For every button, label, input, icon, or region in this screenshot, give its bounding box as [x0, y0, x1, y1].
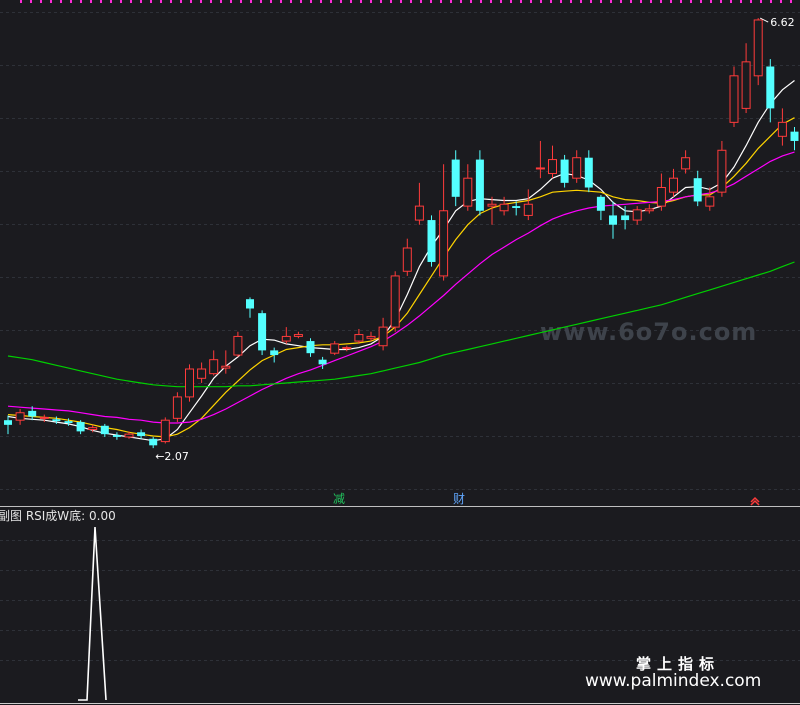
candle-body — [15, 412, 25, 421]
watermark-site: www.6o7o.com — [540, 318, 757, 346]
candle-body — [512, 206, 521, 208]
candle-body — [584, 157, 593, 188]
candle-body — [64, 421, 73, 423]
candle-body — [741, 61, 751, 109]
marker-jian: 减 — [333, 492, 345, 506]
candle-body — [4, 420, 12, 425]
candle-body — [669, 177, 678, 193]
candle-body — [293, 334, 303, 337]
candle-body — [621, 215, 630, 221]
candle-body — [596, 196, 605, 211]
candle-body — [137, 432, 146, 437]
chart-background — [0, 0, 800, 705]
candle-body — [378, 326, 388, 347]
candle-body — [439, 210, 449, 277]
candle-body — [354, 334, 364, 342]
candle — [753, 18, 763, 86]
candle — [475, 150, 484, 216]
candle-body — [693, 178, 702, 202]
candle-body — [451, 159, 460, 197]
candle-body — [656, 187, 666, 207]
candle-body — [366, 335, 376, 339]
candle-body — [330, 343, 340, 354]
watermark-palmindex-url: www.palmindex.com — [585, 671, 761, 691]
candle — [729, 66, 739, 127]
candle-body — [766, 66, 775, 109]
candle-body — [777, 121, 787, 137]
candle-body — [402, 247, 412, 272]
candle-body — [753, 19, 763, 77]
candle-body — [523, 203, 533, 216]
candle-body — [729, 75, 739, 123]
candle-body — [233, 335, 243, 356]
candle-body — [185, 368, 194, 398]
marker-cai: 财 — [453, 492, 465, 506]
candle-body — [318, 359, 327, 365]
candle-body — [246, 299, 254, 309]
candle-body — [52, 419, 61, 422]
low-price-label: ←2.07 — [155, 450, 189, 463]
candle — [560, 154, 569, 188]
candle-body — [390, 275, 400, 328]
candle — [172, 392, 182, 423]
candle-body — [88, 427, 98, 430]
candle-body — [572, 157, 582, 179]
candle-body — [160, 419, 170, 443]
candle-body — [306, 341, 315, 354]
candle — [185, 364, 194, 402]
candle-body — [172, 396, 182, 419]
candle — [258, 310, 267, 356]
candle-body — [221, 365, 231, 369]
candle-body — [281, 335, 291, 342]
candle-body — [427, 220, 436, 262]
candle-body — [149, 438, 158, 446]
candle-body — [717, 149, 727, 193]
candle-body — [209, 359, 219, 375]
stock-chart: www.6o7o.com ←2.07 6.62 减 财 副图 RSI成W底: 0.… — [0, 0, 800, 705]
candle-body — [414, 205, 424, 221]
candle-body — [632, 209, 642, 221]
candle-body — [560, 159, 569, 183]
candle — [427, 215, 436, 267]
candle-body — [270, 350, 279, 356]
candle-body — [197, 368, 207, 379]
candle — [390, 271, 400, 332]
indicator-title: 副图 RSI成W底: 0.00 — [0, 508, 116, 523]
candle-body — [644, 208, 654, 212]
candle-body — [487, 203, 497, 207]
candle-body — [609, 215, 617, 225]
candle-body — [76, 422, 85, 432]
candle-body — [475, 159, 484, 211]
candle — [160, 417, 170, 444]
candle-body — [100, 425, 109, 435]
candle-body — [258, 313, 267, 351]
high-price-label: 6.62 — [770, 16, 795, 29]
candle-body — [124, 433, 134, 438]
candle-body — [112, 435, 121, 437]
candle-body — [499, 203, 509, 212]
candle-body — [39, 416, 49, 419]
candle-body — [342, 347, 352, 350]
candle-body — [535, 167, 545, 170]
candle-body — [705, 196, 715, 207]
candle-body — [790, 131, 799, 141]
candle-body — [463, 177, 473, 207]
candle-body — [28, 410, 37, 417]
candle-body — [681, 157, 691, 170]
candle-body — [548, 159, 557, 175]
